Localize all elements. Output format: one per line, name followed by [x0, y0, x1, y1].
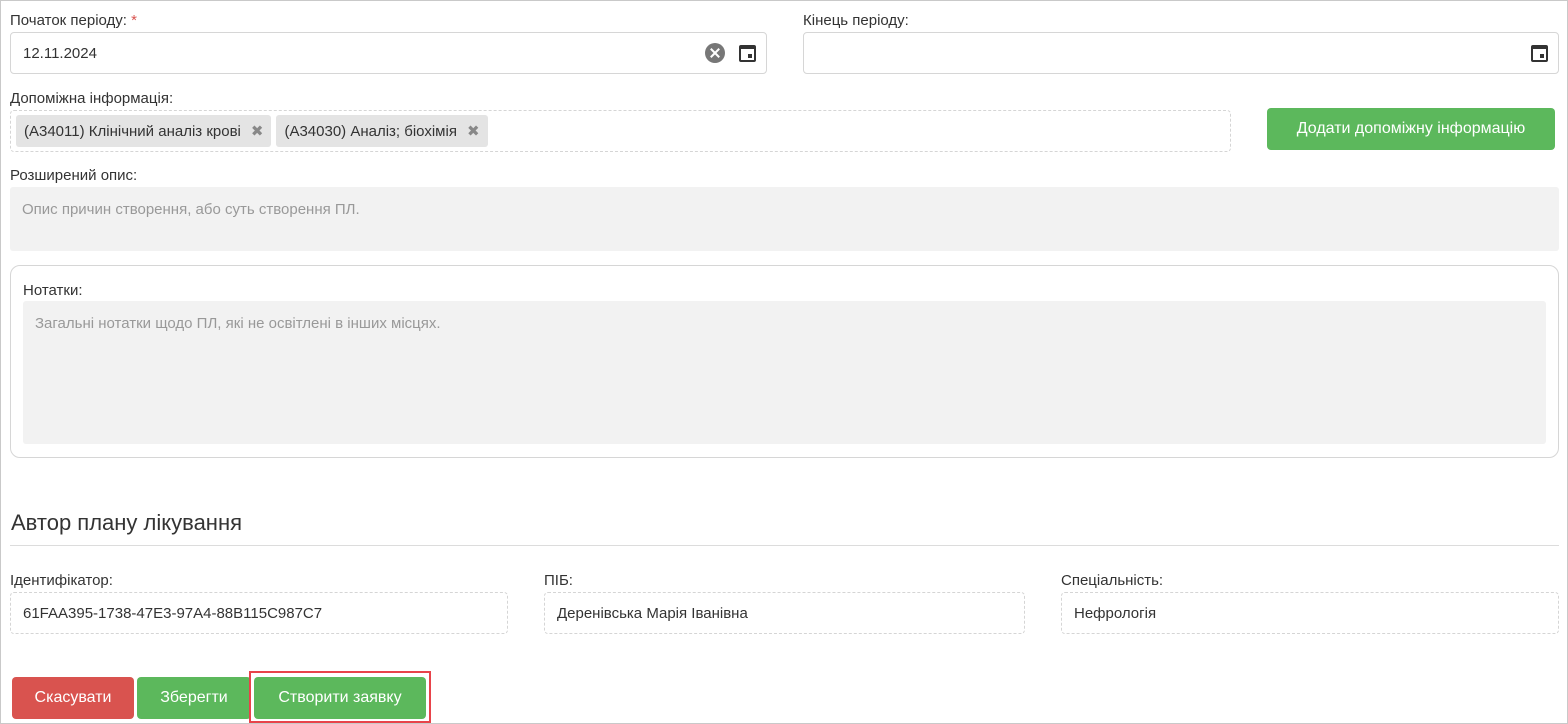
author-id-label: Ідентифікатор: [10, 572, 113, 589]
description-textarea[interactable]: Опис причин створення, або суть створенн… [10, 187, 1559, 251]
notes-textarea[interactable]: Загальні нотатки щодо ПЛ, які не освітле… [23, 301, 1546, 444]
period-start-label: Початок періоду: * [10, 12, 137, 29]
author-id-value: 61FAA395-1738-47E3-97A4-88B115C987C7 [23, 604, 323, 622]
aux-info-tags-field[interactable]: (A34011) Клінічний аналіз крові ✖ (A3403… [10, 110, 1231, 152]
aux-info-tag: (A34030) Аналіз; біохімія ✖ [276, 115, 488, 147]
period-end-field[interactable] [803, 32, 1559, 74]
cancel-button[interactable]: Скасувати [12, 677, 134, 719]
tag-label: (A34030) Аналіз; біохімія [284, 122, 457, 140]
period-start-value: 12.11.2024 [23, 44, 97, 62]
section-title-author: Автор плану лікування [11, 510, 243, 535]
author-name-label: ПІБ: [544, 572, 573, 589]
period-start-field[interactable]: 12.11.2024 [10, 32, 767, 74]
highlight-outline [249, 671, 431, 723]
clear-icon[interactable] [705, 43, 725, 63]
author-specialty-label: Спеціальність: [1061, 572, 1164, 589]
tag-label: (A34011) Клінічний аналіз крові [24, 122, 241, 140]
aux-info-label: Допоміжна інформація: [10, 90, 174, 107]
description-label: Розширений опис: [10, 167, 138, 184]
add-aux-info-button[interactable]: Додати допоміжну інформацію [1267, 108, 1555, 150]
remove-tag-icon[interactable]: ✖ [467, 122, 480, 140]
remove-tag-icon[interactable]: ✖ [251, 122, 264, 140]
author-name-value: Деренівська Марія Іванівна [557, 604, 748, 622]
author-specialty-value: Нефрологія [1074, 604, 1157, 622]
notes-label: Нотатки: [23, 282, 83, 299]
calendar-icon[interactable] [1531, 44, 1548, 62]
required-mark: * [131, 12, 137, 29]
section-divider [10, 545, 1559, 546]
aux-info-tag: (A34011) Клінічний аналіз крові ✖ [16, 115, 272, 147]
period-end-label: Кінець періоду: [803, 12, 909, 29]
period-start-label-text: Початок періоду: [10, 12, 127, 29]
author-id-field: 61FAA395-1738-47E3-97A4-88B115C987C7 [10, 592, 508, 634]
author-specialty-field: Нефрологія [1061, 592, 1559, 634]
save-button[interactable]: Зберегти [137, 677, 251, 719]
author-name-field: Деренівська Марія Іванівна [544, 592, 1025, 634]
calendar-icon[interactable] [739, 44, 756, 62]
